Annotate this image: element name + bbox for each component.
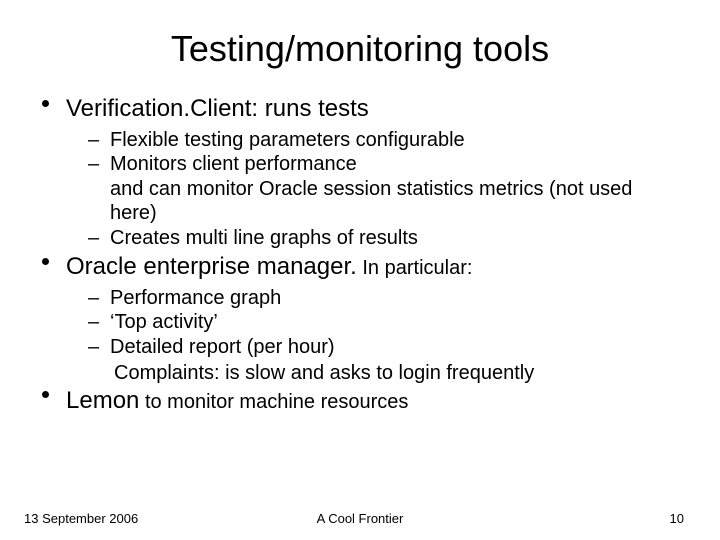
item-line: Verification.Client: runs tests <box>66 94 684 124</box>
sub-item-text: ‘Top activity’ <box>110 311 218 333</box>
sub-item-text: Flexible testing parameters configurable <box>110 129 465 151</box>
sub-item-text: Creates multi line graphs of results <box>110 227 418 249</box>
bullet-icon <box>42 391 49 398</box>
item-text: Lemon <box>66 387 139 414</box>
item-text: Oracle enterprise manager. <box>66 253 357 280</box>
list-item: Verification.Client: runs tests–Flexible… <box>36 94 684 250</box>
list-item: Lemon to monitor machine resources <box>36 386 684 416</box>
list-item: Oracle enterprise manager. In particular… <box>36 252 684 386</box>
item-suffix: In particular: <box>357 257 473 279</box>
sub-item-text: Monitors client performance <box>110 153 357 175</box>
item-line: Lemon to monitor machine resources <box>66 386 684 416</box>
sub-list-item: –Performance graph <box>86 286 684 310</box>
sub-list: –Flexible testing parameters configurabl… <box>86 128 684 250</box>
item-suffix: to monitor machine resources <box>139 391 408 413</box>
footer-center: A Cool Frontier <box>0 511 720 526</box>
sub-list-item: –‘Top activity’ <box>86 310 684 334</box>
sub-list-item: –Flexible testing parameters configurabl… <box>86 128 684 152</box>
bullet-list: Verification.Client: runs tests–Flexible… <box>36 94 684 416</box>
dash-icon: – <box>88 310 99 334</box>
sub-item-text: Detailed report (per hour) <box>110 336 335 358</box>
bullet-icon <box>42 258 49 265</box>
sub-item-text: and can monitor Oracle session statistic… <box>110 178 632 224</box>
sub-list-item: –Creates multi line graphs of results <box>86 226 684 250</box>
trailing-text: Complaints: is slow and asks to login fr… <box>114 361 684 385</box>
dash-icon: – <box>88 335 99 359</box>
dash-icon: – <box>88 152 99 176</box>
footer: 13 September 2006 A Cool Frontier 10 <box>0 511 720 526</box>
dash-icon: – <box>88 226 99 250</box>
sub-list: –Performance graph–‘Top activity’–Detail… <box>86 286 684 359</box>
sub-list-item: –Monitors client performance and can moni… <box>86 152 684 225</box>
slide: Testing/monitoring tools Verification.Cl… <box>0 0 720 540</box>
slide-title: Testing/monitoring tools <box>36 28 684 70</box>
item-text: Verification.Client: runs tests <box>66 95 369 122</box>
dash-icon: – <box>88 286 99 310</box>
item-line: Oracle enterprise manager. In particular… <box>66 252 684 282</box>
sub-item-text: Performance graph <box>110 287 281 309</box>
sub-list-item: –Detailed report (per hour) <box>86 335 684 359</box>
dash-icon: – <box>88 128 99 152</box>
bullet-icon <box>42 100 49 107</box>
